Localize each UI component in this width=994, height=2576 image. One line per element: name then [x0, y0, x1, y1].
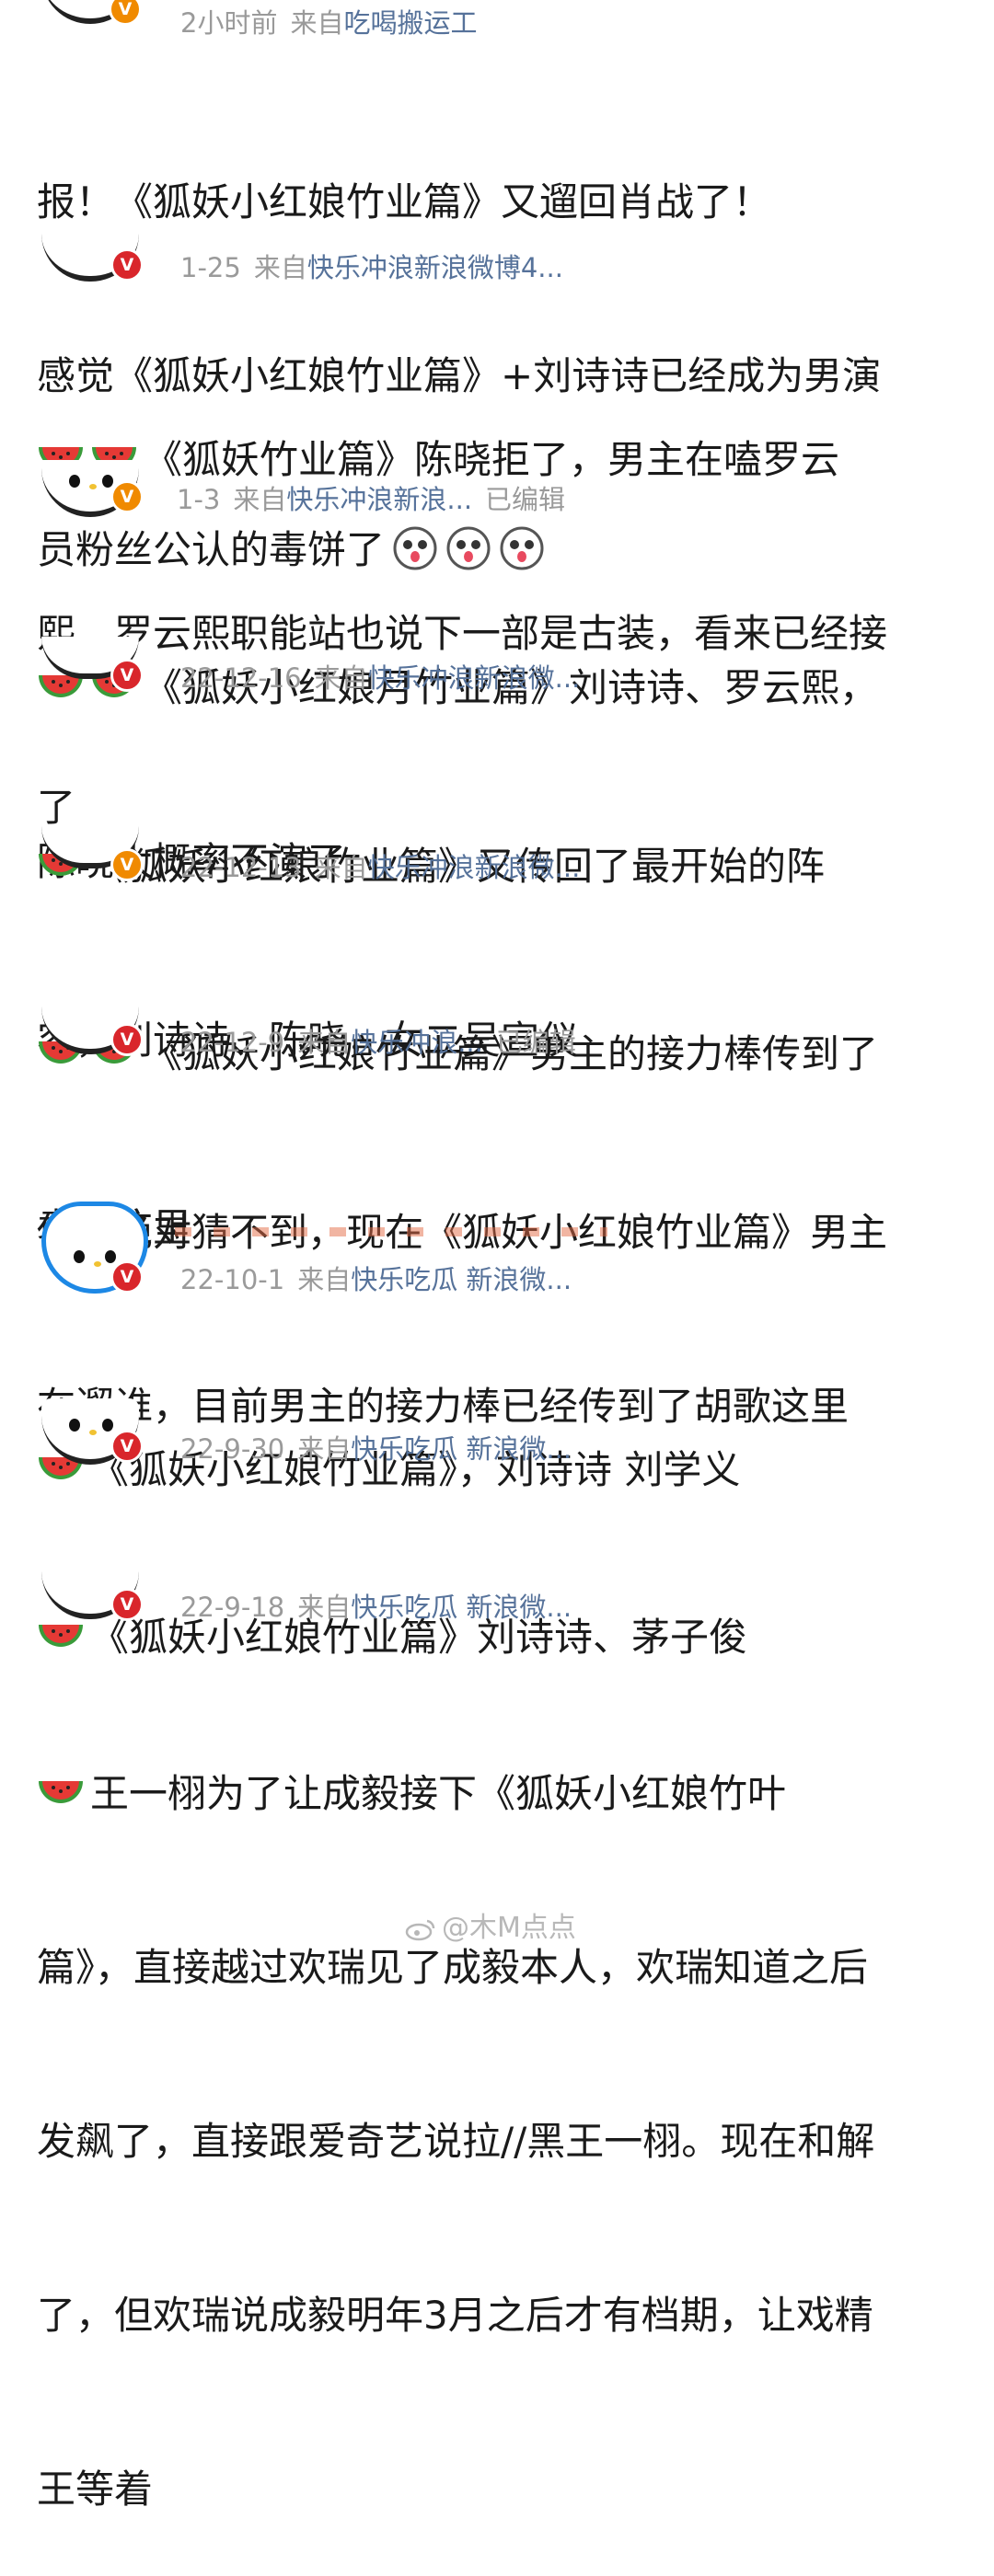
- post-meta: 22-9-30 来自快乐吃瓜 新浪微...: [180, 1428, 572, 1466]
- post-text-line: 了，但欢瑞说成毅明年3月之后才有档期，让戏精: [37, 2293, 873, 2338]
- post-meta-row: V 22-12-16 来自快乐冲浪新浪微...: [0, 637, 994, 705]
- post-meta-row: V 22-12-9 来自快乐冲浪... 已编辑: [0, 1006, 994, 1065]
- watermelon-icon: [39, 1780, 83, 1803]
- post-date: 22-12-16: [180, 662, 302, 694]
- post-meta-row: V 1-25 来自快乐冲浪新浪微博4...: [0, 234, 994, 293]
- source-link[interactable]: 快乐吃瓜 新浪微...: [351, 1433, 572, 1465]
- post-meta: 1-25 来自快乐冲浪新浪微博4...: [180, 247, 563, 285]
- from-label: 来自: [290, 7, 344, 39]
- post-meta: 22-12-13 来自快乐冲浪新浪微...: [180, 846, 580, 885]
- post-text-line: 报！《狐妖小红娘竹业篇》又遛回肖战了！: [37, 179, 772, 224]
- post-meta-row: V 22-12-13 来自快乐冲浪新浪微...: [0, 826, 994, 892]
- from-label: 来自: [297, 1264, 352, 1295]
- post-meta: 1-3 来自快乐冲浪新浪... 已编辑: [177, 478, 565, 517]
- verified-badge-icon: V: [110, 1430, 144, 1463]
- post-meta-row: V 22-10-1 来自快乐吃瓜 新浪微...: [0, 1202, 994, 1303]
- post-date: 1-25: [180, 252, 241, 283]
- watermark-text: @木M点点: [442, 1912, 576, 1944]
- post-meta-row: V 22-9-18 来自快乐吃瓜 新浪微...: [0, 1571, 994, 1630]
- verified-badge-icon: V: [110, 1260, 144, 1294]
- header-meta: V 2小时前 来自吃喝搬运工: [0, 0, 994, 46]
- from-label: 来自: [253, 252, 307, 283]
- edited-label: 已编辑: [495, 1027, 576, 1058]
- from-label: 来自: [297, 1592, 352, 1623]
- source-link[interactable]: 吃喝搬运工: [343, 7, 477, 39]
- post-time: 2小时前: [180, 7, 278, 39]
- from-label: 来自: [297, 1027, 352, 1058]
- post-date: 22-10-1: [180, 1264, 285, 1295]
- verified-badge-icon: V: [110, 1023, 144, 1056]
- verified-badge-icon: V: [110, 848, 144, 881]
- source-link[interactable]: 快乐冲浪新浪微...: [368, 852, 581, 883]
- post-meta: 22-12-16 来自快乐冲浪新浪微...: [180, 657, 580, 696]
- edited-label: 已编辑: [485, 484, 566, 515]
- post-meta: 22-10-1 来自快乐吃瓜 新浪微...: [180, 1259, 572, 1297]
- verified-badge-icon: V: [109, 0, 142, 26]
- source-link[interactable]: 快乐冲浪新浪微...: [368, 662, 581, 694]
- post-meta: 22-12-9 来自快乐冲浪... 已编辑: [180, 1021, 576, 1060]
- from-label: 来自: [314, 852, 368, 883]
- source-link[interactable]: 快乐吃瓜 新浪微...: [351, 1592, 572, 1623]
- post-text-line: 王等着: [37, 2467, 154, 2512]
- post-meta-row: V 1-3 来自快乐冲浪新浪... 已编辑: [0, 460, 994, 523]
- source-link[interactable]: 快乐冲浪...: [351, 1027, 483, 1058]
- post-text-line: 篇》，直接越过欢瑞见了成毅本人，欢瑞知道之后: [37, 1945, 869, 1990]
- from-label: 来自: [233, 484, 287, 515]
- post-date: 22-12-13: [180, 852, 302, 883]
- post-text: 王一栩为了让成毅接下《狐妖小红娘竹叶 篇》，直接越过欢瑞见了成毅本人，欢瑞知道之…: [37, 1649, 957, 2576]
- faded-text-remnant: [175, 1227, 607, 1236]
- verified-badge-icon: V: [110, 659, 144, 692]
- source-link[interactable]: 快乐冲浪新浪微博4...: [307, 252, 563, 283]
- from-label: 来自: [314, 662, 368, 694]
- post-date: 1-3: [177, 484, 221, 515]
- verified-badge-icon: V: [110, 480, 144, 513]
- post-meta: 22-9-18 来自快乐吃瓜 新浪微...: [180, 1586, 572, 1625]
- source-link[interactable]: 快乐吃瓜 新浪微...: [351, 1264, 572, 1295]
- post-text-line: 发飙了，直接跟爱奇艺说拉//黑王一栩。现在和解: [37, 2119, 875, 2164]
- verified-badge-icon: V: [110, 1588, 144, 1621]
- watermark: @木M点点: [405, 1904, 576, 1945]
- source-link[interactable]: 快乐冲浪新浪...: [286, 484, 472, 515]
- post-date: 22-12-9: [180, 1027, 285, 1058]
- post-meta: 2小时前 来自吃喝搬运工: [180, 2, 477, 40]
- verified-badge-icon: V: [110, 248, 144, 282]
- weibo-icon: [405, 1919, 435, 1940]
- post-meta-row: V 22-9-30 来自快乐吃瓜 新浪微...: [0, 1398, 994, 1472]
- post-text-line: 王一栩为了让成毅接下《狐妖小红娘竹叶: [37, 1765, 957, 1823]
- from-label: 来自: [297, 1433, 352, 1465]
- post-date: 22-9-30: [180, 1433, 285, 1465]
- post-date: 22-9-18: [180, 1592, 285, 1623]
